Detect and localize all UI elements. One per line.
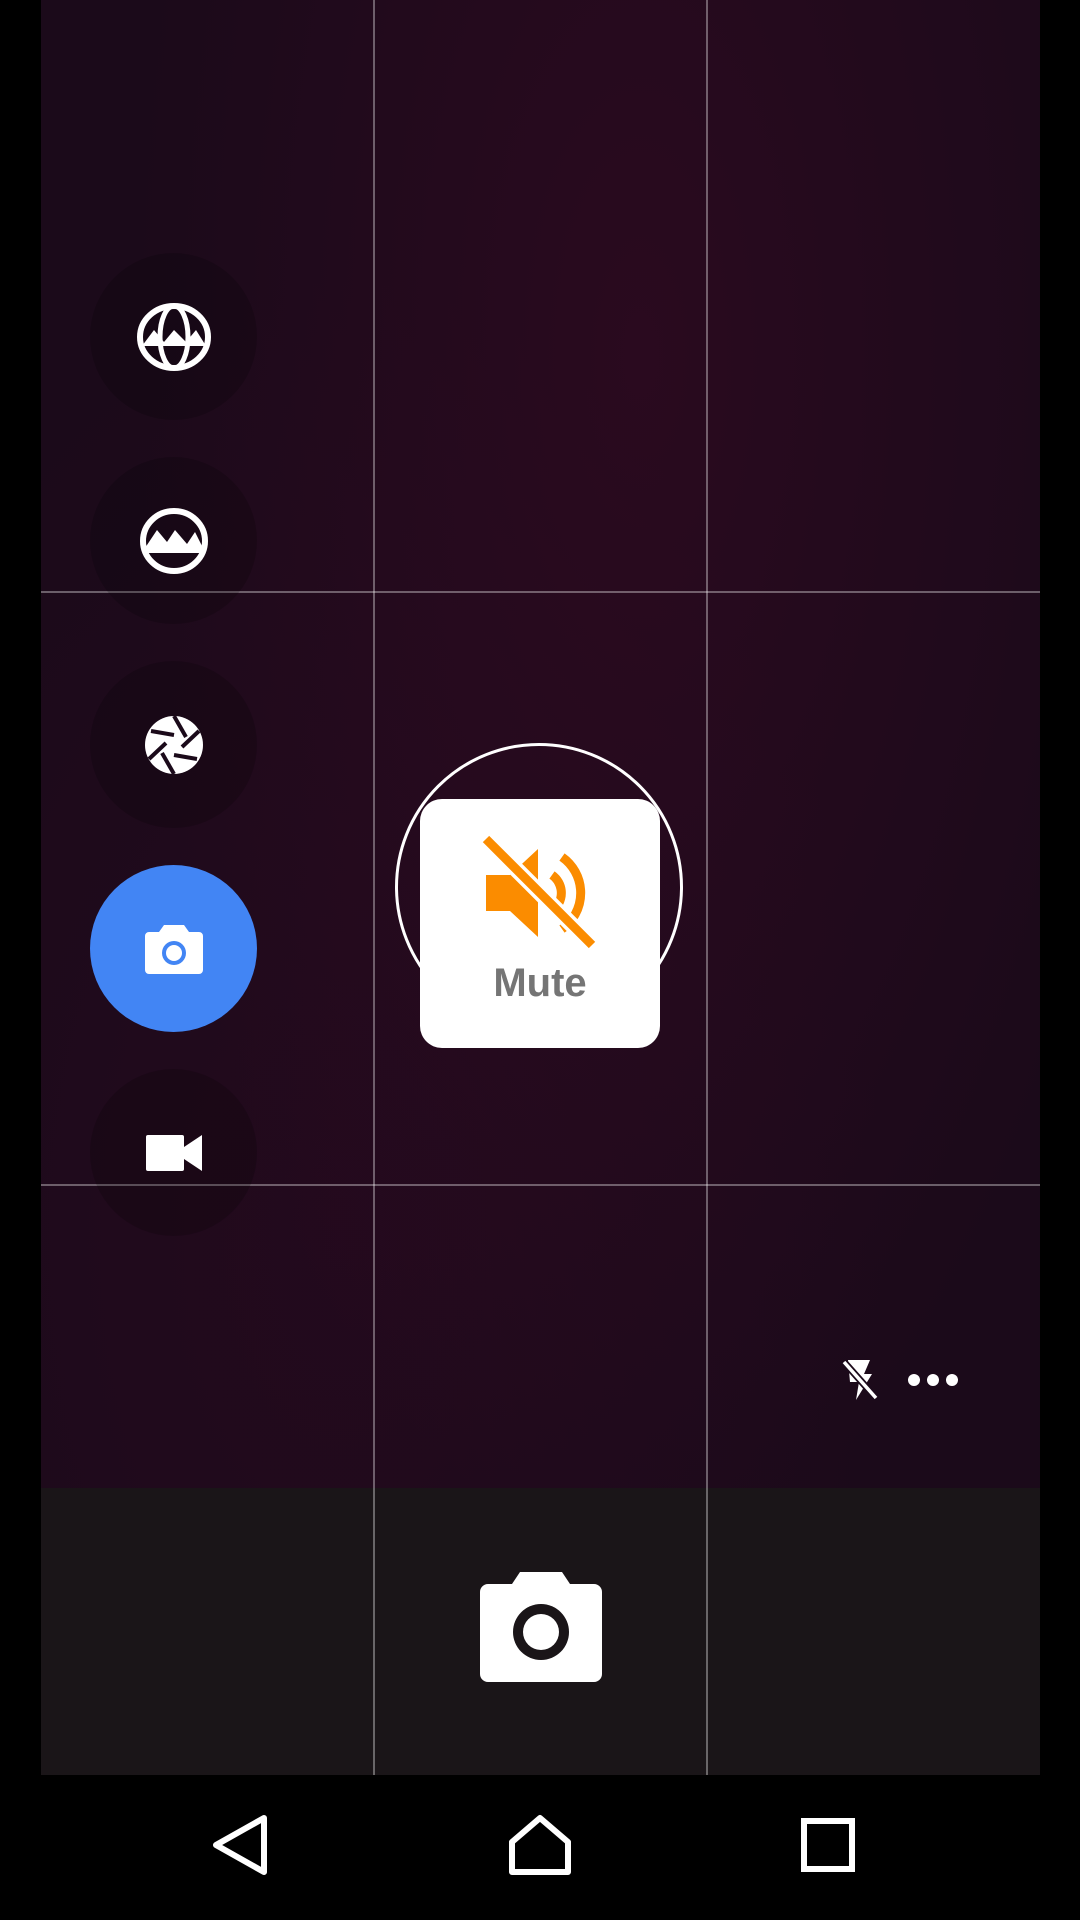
camera-icon (144, 924, 203, 974)
mode-video-button[interactable] (90, 1069, 257, 1236)
flash-off-icon (841, 1359, 879, 1401)
back-button[interactable] (180, 1795, 300, 1895)
grid-line-vertical (706, 0, 708, 1775)
home-button[interactable] (480, 1795, 600, 1895)
mode-photosphere-button[interactable] (90, 253, 257, 420)
navigation-bar (0, 1775, 1080, 1920)
home-icon (509, 1815, 571, 1875)
aperture-icon (144, 714, 203, 775)
video-icon (145, 1134, 202, 1171)
flash-button[interactable] (830, 1350, 890, 1410)
back-triangle-icon (213, 1815, 267, 1875)
mode-lens-blur-button[interactable] (90, 661, 257, 828)
recents-square-icon (801, 1818, 855, 1872)
photosphere-icon (136, 302, 211, 371)
volume-off-icon (480, 833, 598, 951)
panorama-icon (139, 507, 208, 574)
mode-panorama-button[interactable] (90, 457, 257, 624)
grid-line-vertical (373, 0, 375, 1775)
recents-button[interactable] (768, 1795, 888, 1895)
more-options-button[interactable] (900, 1350, 966, 1410)
more-horiz-icon (908, 1374, 958, 1386)
shutter-button[interactable] (480, 1570, 602, 1682)
mute-toast: Mute (420, 799, 660, 1048)
mute-label: Mute (493, 961, 587, 1005)
mode-camera-button[interactable] (90, 865, 257, 1032)
camera-shutter-icon (480, 1572, 602, 1682)
